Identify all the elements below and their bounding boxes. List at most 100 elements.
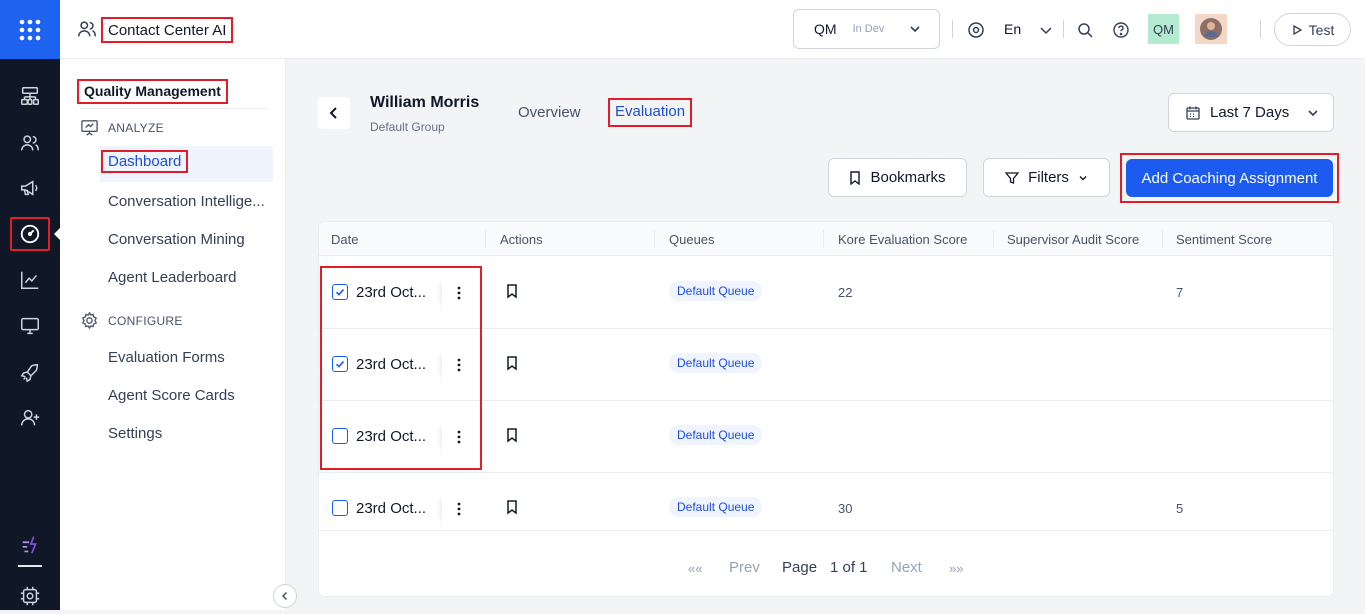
queue-badge: Default Queue bbox=[669, 497, 763, 517]
row-more-menu-icon[interactable] bbox=[442, 494, 476, 524]
flow-icon[interactable] bbox=[12, 78, 48, 114]
quality-dashboard-icon[interactable] bbox=[10, 217, 50, 251]
settings-chip-icon[interactable] bbox=[12, 578, 48, 614]
calendar-icon bbox=[1186, 106, 1200, 120]
sidebar-item-agent-score-cards[interactable]: Agent Score Cards bbox=[108, 387, 235, 404]
kore-score: 22 bbox=[838, 285, 853, 300]
page-label: Page bbox=[782, 559, 818, 576]
chevron-down-icon bbox=[1308, 110, 1318, 117]
group-configure: CONFIGURE bbox=[80, 311, 183, 330]
column-divider bbox=[823, 230, 824, 248]
language-selector[interactable]: En bbox=[1004, 21, 1021, 37]
divider bbox=[1260, 20, 1261, 38]
date-range-selector[interactable]: Last 7 Days bbox=[1168, 93, 1334, 132]
play-icon bbox=[1293, 24, 1302, 35]
group-analyze: ANALYZE bbox=[80, 118, 164, 137]
last-page-button[interactable]: »» bbox=[949, 561, 963, 576]
group-label: CONFIGURE bbox=[108, 313, 183, 328]
back-button[interactable] bbox=[318, 97, 350, 129]
sidebar-item-conversation-intelligence[interactable]: Conversation Intellige... bbox=[108, 193, 265, 210]
rocket-icon[interactable] bbox=[12, 355, 48, 391]
search-icon[interactable] bbox=[1076, 21, 1094, 39]
app-title[interactable]: Contact Center AI bbox=[101, 17, 234, 43]
add-coaching-highlight: Add Coaching Assignment bbox=[1120, 153, 1339, 203]
selected-rows-highlight bbox=[320, 266, 482, 470]
column-header-sentiment[interactable]: Sentiment Score bbox=[1176, 232, 1272, 247]
user-photo-avatar[interactable] bbox=[1195, 14, 1227, 44]
test-button[interactable]: Test bbox=[1274, 13, 1351, 46]
first-page-button[interactable]: «« bbox=[688, 561, 702, 576]
bookmark-icon[interactable] bbox=[505, 355, 519, 371]
apps-grid-icon[interactable] bbox=[0, 0, 60, 59]
agent-name: William Morris bbox=[370, 94, 480, 111]
bookmarks-label: Bookmarks bbox=[870, 169, 946, 186]
table-header: Date Actions Queues Kore Evaluation Scor… bbox=[319, 222, 1333, 256]
presentation-icon bbox=[81, 120, 98, 136]
page-indicator: 1 of 1 bbox=[830, 559, 868, 576]
sidebar-item-dashboard[interactable]: Dashboard bbox=[101, 150, 189, 173]
next-page-button[interactable]: Next bbox=[891, 559, 922, 576]
divider bbox=[952, 20, 953, 38]
top-bar: Contact Center AI QM In Dev En QM Test bbox=[60, 0, 1365, 59]
column-divider bbox=[485, 230, 486, 248]
add-coaching-assignment-button[interactable]: Add Coaching Assignment bbox=[1126, 159, 1333, 197]
queue-badge: Default Queue bbox=[669, 281, 763, 301]
date-range-label: Last 7 Days bbox=[1210, 104, 1290, 121]
bookmark-icon[interactable] bbox=[505, 283, 519, 299]
environment-name: QM bbox=[814, 21, 837, 37]
sidebar-item-settings[interactable]: Settings bbox=[108, 425, 162, 442]
column-header-kore-score[interactable]: Kore Evaluation Score bbox=[838, 232, 967, 247]
tab-overview[interactable]: Overview bbox=[518, 104, 581, 121]
record-target-icon[interactable] bbox=[967, 21, 985, 39]
contact-center-icon bbox=[78, 21, 96, 37]
group-label: ANALYZE bbox=[108, 120, 164, 135]
filter-icon bbox=[1005, 171, 1020, 184]
sidebar-item-evaluation-forms[interactable]: Evaluation Forms bbox=[108, 349, 225, 366]
filters-button[interactable]: Filters bbox=[983, 158, 1110, 197]
column-divider bbox=[1162, 230, 1163, 248]
environment-status: In Dev bbox=[852, 23, 885, 35]
column-header-actions[interactable]: Actions bbox=[500, 232, 543, 247]
add-user-icon[interactable] bbox=[12, 400, 48, 436]
bookmark-icon bbox=[850, 170, 861, 185]
chevron-down-icon bbox=[910, 26, 920, 33]
divider bbox=[80, 108, 268, 109]
bookmarks-button[interactable]: Bookmarks bbox=[828, 158, 967, 197]
queue-badge: Default Queue bbox=[669, 425, 763, 445]
sidebar-item-conversation-mining[interactable]: Conversation Mining bbox=[108, 231, 245, 248]
column-header-queues[interactable]: Queues bbox=[669, 232, 715, 247]
sentiment-score: 5 bbox=[1176, 501, 1184, 516]
row-checkbox[interactable] bbox=[332, 500, 348, 516]
help-icon[interactable] bbox=[1112, 21, 1130, 39]
environment-selector[interactable]: QM In Dev bbox=[793, 9, 940, 49]
row-date: 23rd Oct... bbox=[356, 500, 427, 517]
section-title[interactable]: Quality Management bbox=[77, 79, 228, 104]
rail-divider bbox=[18, 565, 42, 567]
table-row: 23rd Oct... Default Queue 30 5 bbox=[319, 473, 1333, 530]
chevron-down-icon[interactable] bbox=[1037, 21, 1055, 39]
kore-score: 30 bbox=[838, 501, 853, 516]
users-icon[interactable] bbox=[12, 125, 48, 161]
user-initials-avatar[interactable]: QM bbox=[1148, 14, 1179, 44]
agent-group: Default Group bbox=[370, 120, 445, 134]
prev-page-button[interactable]: Prev bbox=[729, 559, 760, 576]
main-content: William Morris Default Group Overview Ev… bbox=[286, 59, 1365, 610]
gear-icon bbox=[81, 311, 98, 330]
monitor-icon[interactable] bbox=[12, 308, 48, 344]
chevron-left-icon bbox=[329, 107, 337, 119]
megaphone-icon[interactable] bbox=[12, 170, 48, 206]
nav-rail bbox=[0, 0, 61, 610]
bookmark-icon[interactable] bbox=[505, 427, 519, 443]
column-divider bbox=[654, 230, 655, 248]
automation-bolt-icon[interactable] bbox=[12, 527, 48, 563]
module-sidebar: Quality Management ANALYZE Dashboard Con… bbox=[60, 59, 297, 610]
bookmark-icon[interactable] bbox=[505, 499, 519, 515]
column-header-supervisor-score[interactable]: Supervisor Audit Score bbox=[1007, 232, 1139, 247]
sentiment-score: 7 bbox=[1176, 285, 1184, 300]
analytics-chart-icon[interactable] bbox=[12, 262, 48, 298]
pagination: «« Prev Page 1 of 1 Next »» bbox=[319, 530, 1333, 596]
sidebar-item-agent-leaderboard[interactable]: Agent Leaderboard bbox=[108, 269, 236, 286]
tab-evaluation[interactable]: Evaluation bbox=[608, 98, 693, 127]
chevron-down-icon bbox=[1079, 175, 1087, 180]
column-header-date[interactable]: Date bbox=[331, 232, 358, 247]
